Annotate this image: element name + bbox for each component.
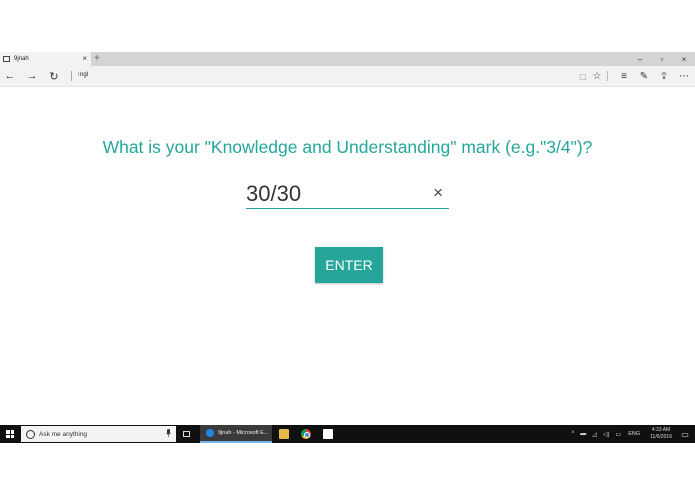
web-note-icon[interactable]: ✎: [637, 69, 651, 83]
mark-input[interactable]: 30/30 ×: [246, 180, 449, 209]
windows-logo-icon: [6, 430, 14, 438]
clock-time: 4:33 AM: [651, 427, 671, 433]
forward-icon[interactable]: →: [25, 69, 39, 83]
show-hidden-icons-icon[interactable]: ^: [571, 431, 574, 437]
clear-icon[interactable]: ×: [433, 183, 443, 203]
refresh-icon[interactable]: ↻: [47, 69, 61, 83]
volume-icon[interactable]: ◁): [603, 431, 610, 438]
file-explorer-icon[interactable]: [279, 429, 289, 439]
taskbar-app-edge[interactable]: 9jnah - Microsoft E...: [200, 425, 272, 443]
tab-close-icon[interactable]: ×: [82, 55, 87, 63]
enter-button[interactable]: ENTER: [315, 247, 383, 283]
cortana-search-box[interactable]: Ask me anything: [21, 426, 176, 442]
favorite-star-icon[interactable]: ☆: [590, 69, 604, 83]
cortana-icon: [26, 429, 35, 439]
microphone-icon[interactable]: [166, 429, 171, 439]
store-icon[interactable]: [323, 429, 333, 439]
hub-icon[interactable]: ≡: [617, 69, 631, 83]
question-heading: What is your "Knowledge and Understandin…: [102, 137, 593, 157]
new-tab-icon[interactable]: +: [94, 53, 100, 65]
reading-view-icon[interactable]: ▢: [576, 69, 590, 83]
clock-date: 11/6/2016: [650, 434, 672, 440]
address-bar: ← → ↻ ↑ngl ▢ ☆ ≡ ✎ ⇪ ⋯: [0, 66, 695, 87]
page-icon: [3, 56, 10, 62]
battery-icon[interactable]: ▬: [580, 431, 586, 437]
mark-input-value[interactable]: 30/30: [246, 181, 301, 207]
close-window-button[interactable]: ×: [673, 52, 695, 66]
chrome-icon[interactable]: [301, 429, 311, 439]
browser-tab-strip: 9jnah × + – ▫ ×: [0, 52, 695, 66]
minimize-button[interactable]: –: [629, 52, 651, 66]
screen: 9jnah × + – ▫ × ← → ↻ ↑ngl ▢ ☆ ≡ ✎ ⇪ ⋯ W…: [0, 0, 695, 494]
taskbar-app-label: 9jnah - Microsoft E...: [218, 430, 269, 436]
back-icon[interactable]: ←: [3, 69, 17, 83]
task-view-icon[interactable]: [181, 429, 191, 439]
start-button[interactable]: [0, 425, 20, 443]
address-field[interactable]: ↑ngl: [77, 72, 88, 78]
more-icon[interactable]: ⋯: [677, 69, 691, 83]
edge-icon: [206, 429, 214, 437]
clock[interactable]: 4:33 AM 11/6/2016: [650, 427, 672, 441]
toolbar-separator: [607, 71, 608, 81]
notification-icon[interactable]: ▭: [680, 429, 690, 439]
browser-tab[interactable]: 9jnah ×: [0, 52, 91, 66]
network-icon[interactable]: ◿: [592, 431, 597, 438]
microphone-svg: [166, 429, 171, 437]
search-placeholder: Ask me anything: [39, 430, 88, 438]
address-separator: [71, 71, 72, 81]
language-indicator[interactable]: ENG: [628, 431, 640, 437]
tab-title: 9jnah: [14, 56, 29, 62]
restore-button[interactable]: ▫: [651, 52, 673, 66]
system-tray: ^ ▬ ◿ ◁) ▭ ENG 4:33 AM 11/6/2016 ▭: [568, 425, 695, 443]
keyboard-icon[interactable]: ▭: [616, 431, 622, 438]
window-controls: – ▫ ×: [629, 52, 695, 66]
share-icon[interactable]: ⇪: [657, 69, 671, 83]
taskbar: Ask me anything 9jnah - Microsoft E... ^…: [0, 425, 695, 443]
